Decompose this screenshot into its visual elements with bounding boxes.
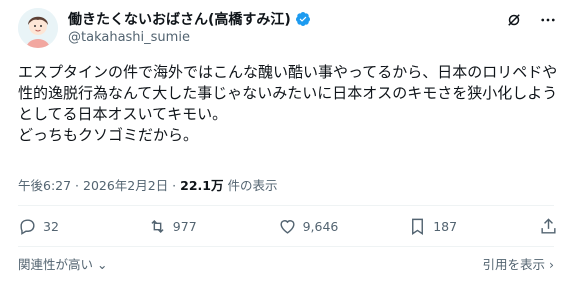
action-bar: 32 977 9,646 187	[18, 213, 558, 239]
top-right-actions	[504, 10, 558, 30]
share-icon	[541, 217, 556, 234]
display-name[interactable]: 働きたくないおばさん(高橋すみ江)	[68, 9, 291, 29]
avatar[interactable]	[18, 8, 58, 48]
divider	[18, 246, 554, 247]
author-name-row[interactable]: 働きたくないおばさん(高橋すみ江)	[68, 9, 311, 29]
reply-button[interactable]: 32	[18, 217, 78, 236]
timestamp[interactable]: 午後6:27 · 2026年2月2日 ·	[18, 178, 180, 193]
sort-relevance-dropdown[interactable]: 関連性が高い ⌄	[18, 254, 107, 273]
repost-icon	[151, 219, 164, 233]
replies-footer: 関連性が高い ⌄ 引用を表示 ›	[18, 254, 554, 273]
share-button[interactable]	[538, 217, 558, 236]
views-label: 件の表示	[223, 178, 278, 193]
view-count: 22.1万	[180, 178, 224, 193]
chevron-down-icon: ⌄	[93, 257, 108, 272]
verified-badge-icon	[295, 11, 311, 27]
like-button[interactable]: 9,646	[278, 217, 339, 236]
grok-icon[interactable]	[504, 10, 524, 30]
repost-count: 977	[172, 218, 197, 234]
like-icon	[280, 219, 295, 234]
bookmark-button[interactable]: 187	[408, 217, 468, 236]
handle[interactable]: @takahashi_sumie	[68, 30, 190, 45]
view-quotes-link[interactable]: 引用を表示 ›	[483, 254, 554, 273]
reply-count: 32	[43, 218, 59, 234]
repost-button[interactable]: 977	[148, 217, 208, 236]
tweet-metadata: 午後6:27 · 2026年2月2日 · 22.1万 件の表示	[18, 175, 277, 194]
divider	[18, 205, 554, 206]
bookmark-icon	[412, 218, 424, 235]
reply-icon	[20, 218, 35, 235]
more-icon[interactable]	[538, 10, 558, 30]
like-count: 9,646	[302, 218, 339, 234]
avatar-illustration	[18, 8, 58, 48]
tweet-text: エスプタインの件で海外ではこんな醜い酷い事やってるから、日本のロリペドや性的逸脱…	[18, 63, 558, 144]
sort-label: 関連性が高い	[18, 257, 94, 272]
bookmark-count: 187	[433, 218, 458, 234]
